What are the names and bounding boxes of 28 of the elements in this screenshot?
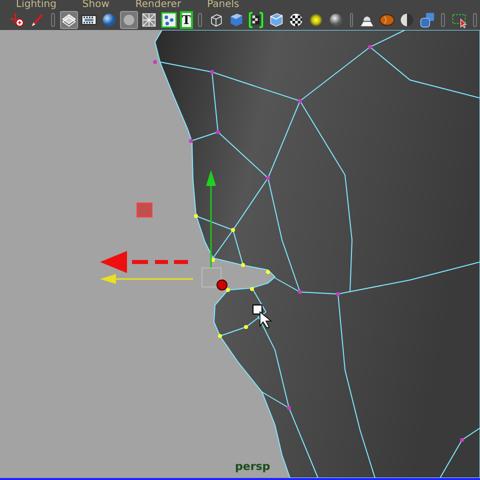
cubes-icon xyxy=(419,12,436,28)
toolbar-button[interactable] xyxy=(450,11,468,29)
ball-icon xyxy=(379,12,396,28)
grid-icon xyxy=(140,12,157,28)
camera-label: persp xyxy=(235,460,270,473)
marquee-icon xyxy=(451,12,468,28)
cursor-icon xyxy=(252,304,272,329)
cube-icon xyxy=(228,12,244,28)
film-strip-icon xyxy=(80,12,97,28)
half-sphere-icon xyxy=(399,12,416,28)
toolbar-button[interactable] xyxy=(140,11,158,29)
light-bulb-icon xyxy=(308,12,324,28)
toolbar-button[interactable] xyxy=(246,11,265,29)
circle-icon xyxy=(120,12,137,28)
toolbar-button[interactable] xyxy=(160,11,178,29)
sphere-icon xyxy=(328,12,344,28)
checker-cube-icon xyxy=(248,12,264,28)
layered-diamond-icon xyxy=(60,12,77,28)
toolbar-button[interactable] xyxy=(60,11,78,29)
move-magnifier-icon xyxy=(9,12,25,28)
pivot-marker xyxy=(136,202,152,218)
sphere-icon xyxy=(100,12,117,28)
cube-icon xyxy=(268,12,284,28)
brush-icon xyxy=(29,12,45,28)
toolbar-button[interactable] xyxy=(8,11,26,29)
checker-ball-icon xyxy=(288,12,304,28)
dots-icon xyxy=(160,12,177,28)
toolbar-button[interactable]: T xyxy=(180,11,193,29)
